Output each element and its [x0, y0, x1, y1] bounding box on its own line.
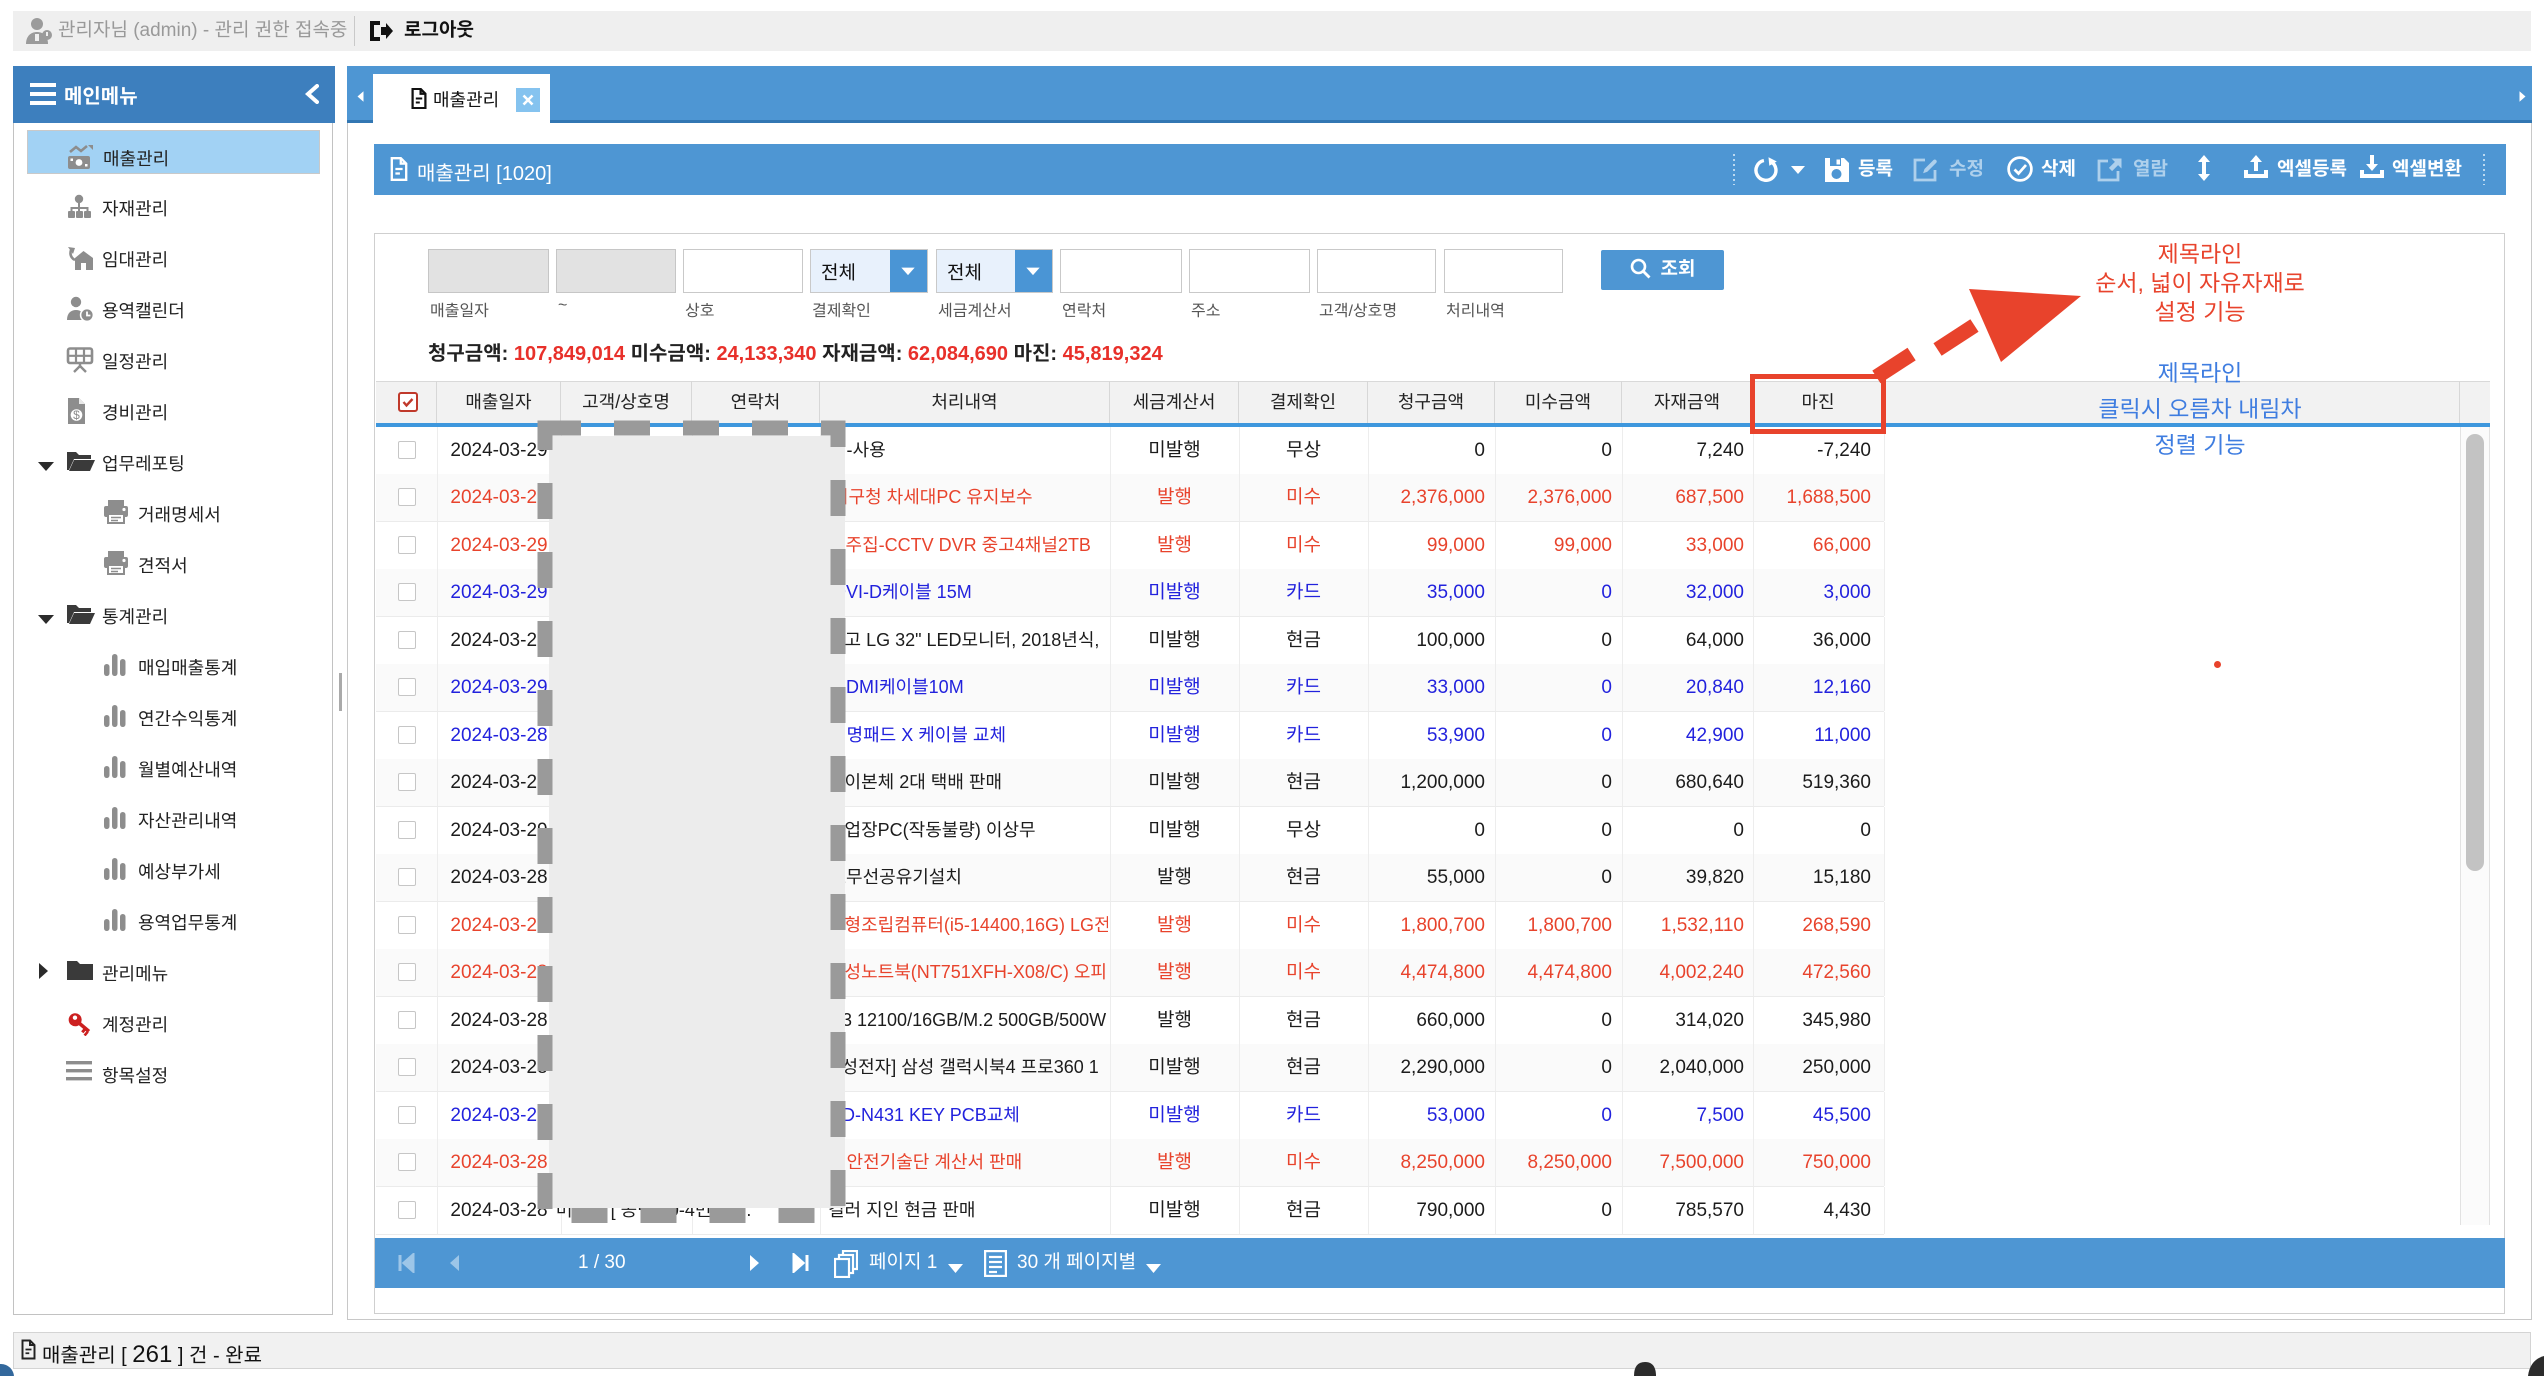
svg-text:$: $: [73, 408, 80, 422]
